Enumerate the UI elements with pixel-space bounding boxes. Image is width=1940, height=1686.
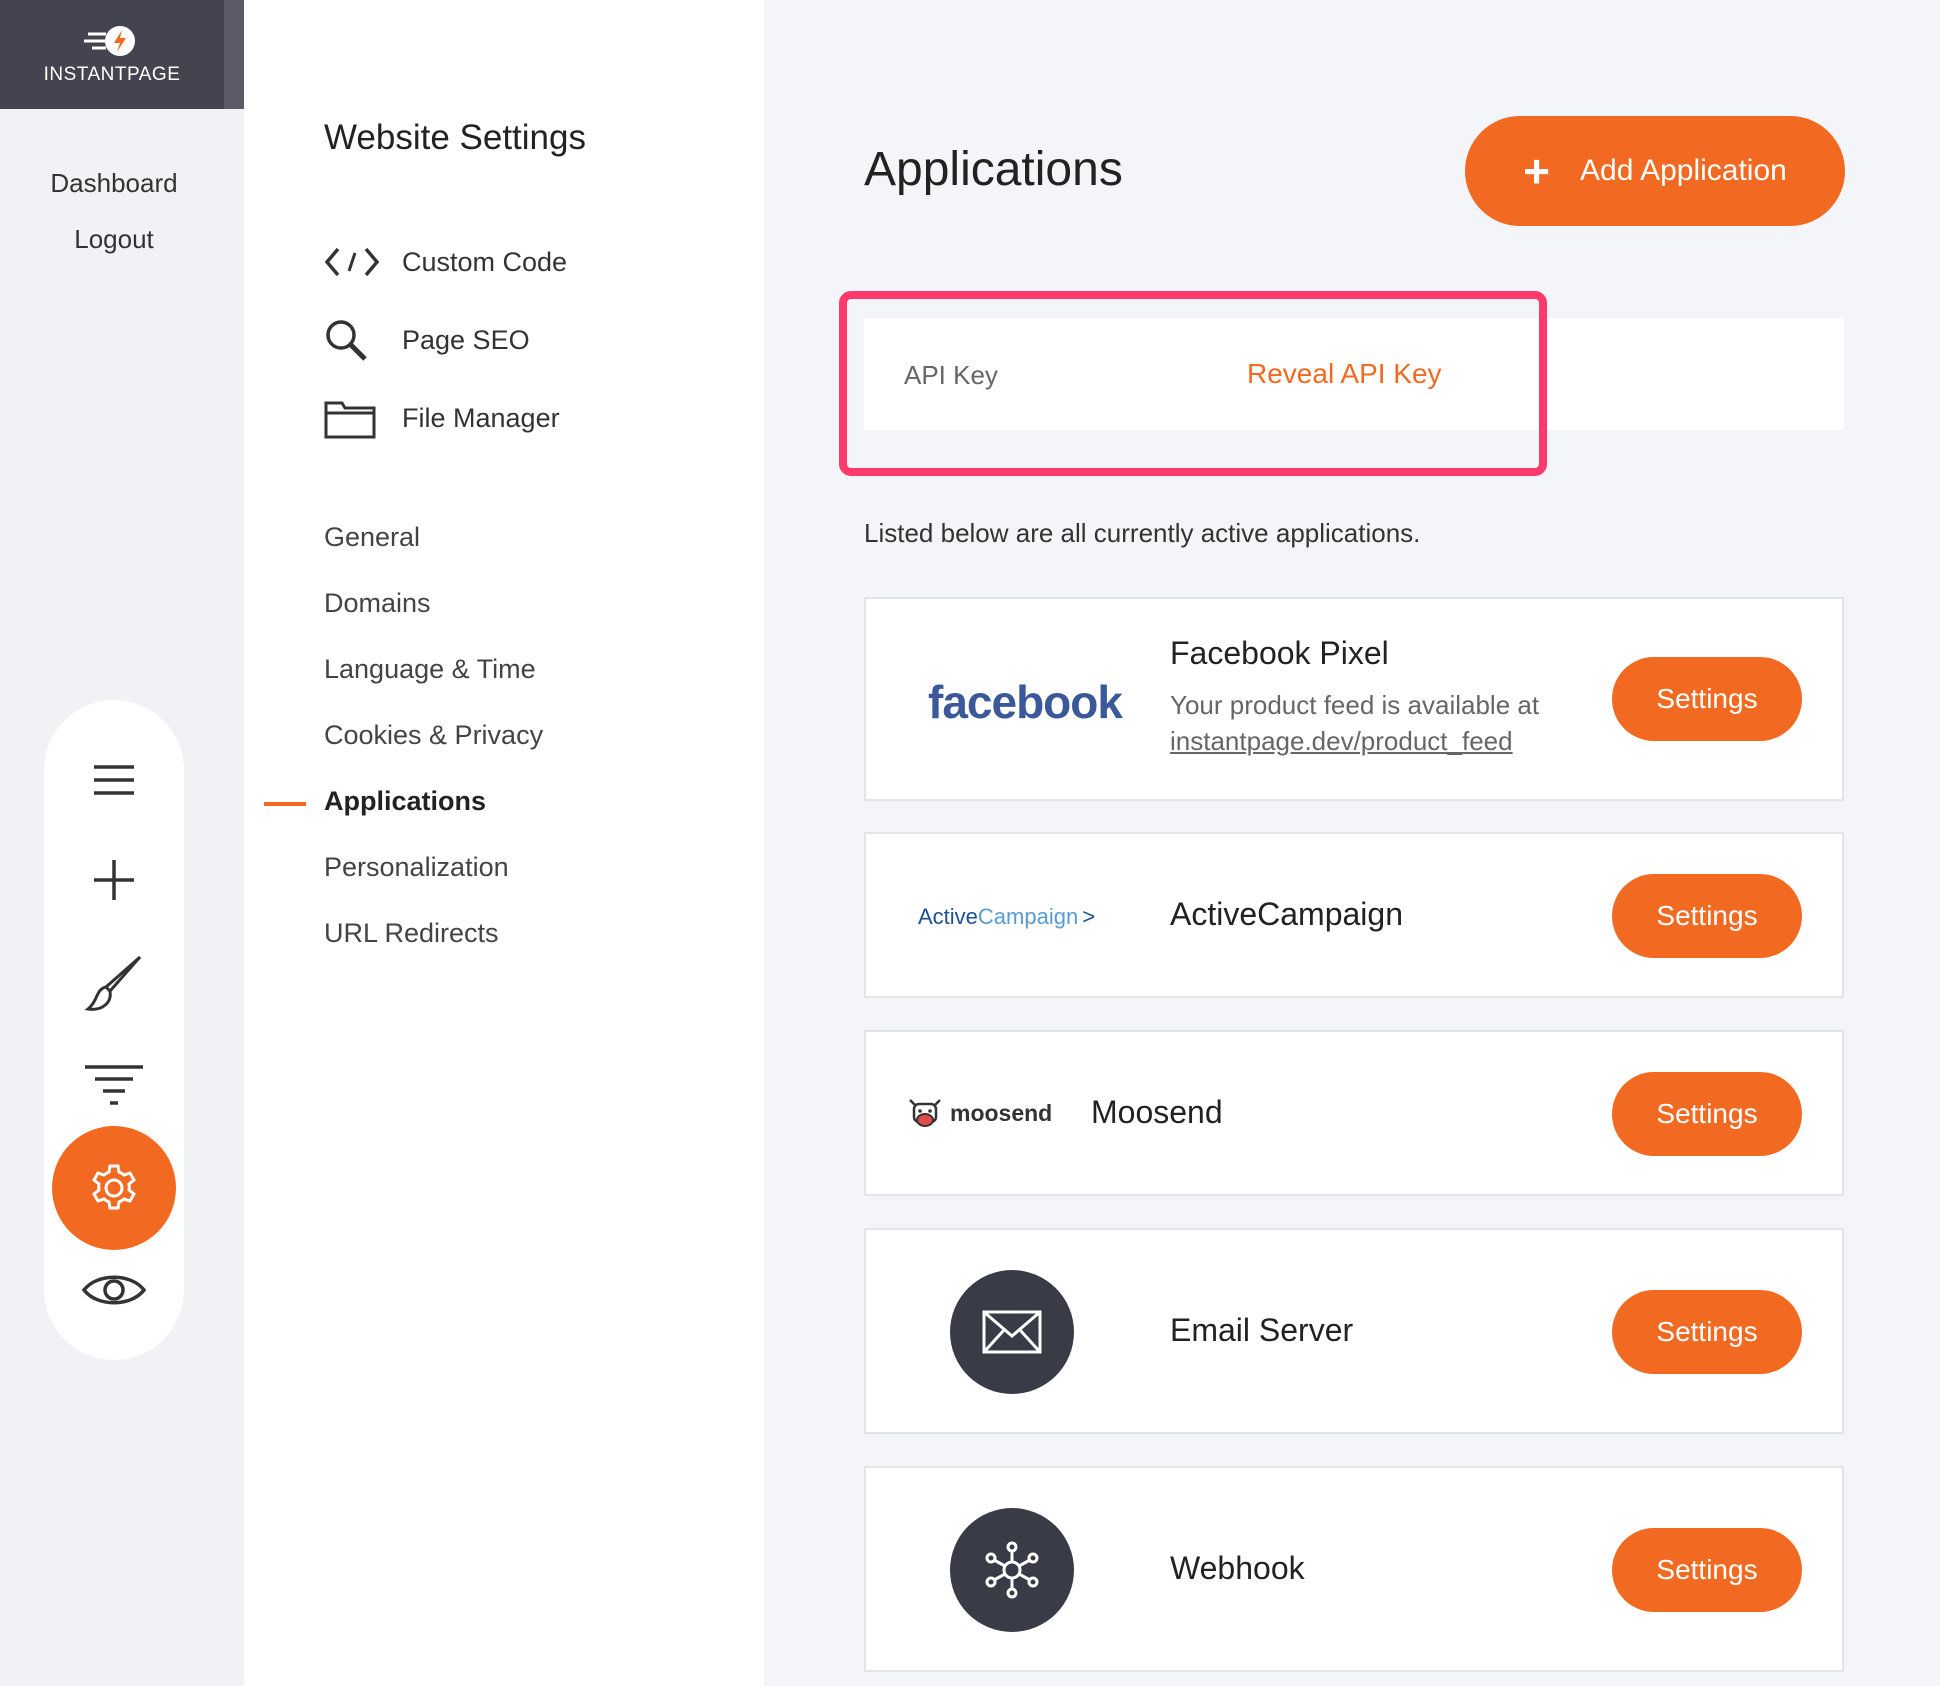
custom-code-link[interactable]: Custom Code: [324, 240, 567, 284]
nav-language-time[interactable]: Language & Time: [324, 654, 536, 685]
feed-description: Your product feed is available at: [1170, 690, 1540, 720]
settings-sidebar: Website Settings Custom Code Page SEO Fi…: [244, 0, 764, 1686]
plus-icon[interactable]: [84, 850, 144, 910]
nav-personalization[interactable]: Personalization: [324, 852, 509, 883]
dashboard-link[interactable]: Dashboard: [0, 168, 228, 199]
facebook-logo: facebook: [928, 676, 1123, 728]
activecampaign-settings-button[interactable]: Settings: [1612, 874, 1802, 958]
webhook-settings-button[interactable]: Settings: [1612, 1528, 1802, 1612]
add-application-button[interactable]: + Add Application: [1465, 116, 1845, 226]
app-card-activecampaign: ActiveCampaign > ActiveCampaign Settings: [864, 832, 1844, 998]
highlight-box: [839, 291, 1547, 476]
search-icon: [324, 318, 380, 362]
app-name: Facebook Pixel: [1170, 635, 1389, 671]
chevron-right-icon: >: [1082, 904, 1096, 929]
file-manager-link[interactable]: File Manager: [324, 396, 560, 440]
nav-url-redirects[interactable]: URL Redirects: [324, 918, 499, 949]
applications-intro: Listed below are all currently active ap…: [864, 518, 1421, 548]
webhook-icon: [950, 1508, 1074, 1632]
logo-part-active: Active: [918, 904, 978, 929]
plus-icon: +: [1523, 145, 1551, 197]
brush-icon[interactable]: [79, 950, 149, 1020]
moosend-wordmark: moosend: [950, 1099, 1053, 1126]
page-seo-link[interactable]: Page SEO: [324, 318, 530, 362]
page-seo-label: Page SEO: [402, 324, 530, 355]
envelope-icon: [950, 1270, 1074, 1394]
nav-applications[interactable]: Applications: [324, 786, 486, 817]
app-card-email-server: Email Server Settings: [864, 1228, 1844, 1434]
nav-cookies-privacy[interactable]: Cookies & Privacy: [324, 720, 543, 751]
folder-icon: [324, 396, 380, 440]
bolt-logo-icon: [84, 24, 140, 58]
menu-icon[interactable]: [84, 750, 144, 810]
page-title: Applications: [864, 143, 1123, 196]
eye-icon[interactable]: [79, 1265, 149, 1315]
app-name: Moosend: [1091, 1094, 1223, 1130]
product-feed-link[interactable]: instantpage.dev/product_feed: [1170, 726, 1513, 756]
nav-domains[interactable]: Domains: [324, 588, 431, 619]
app-name: ActiveCampaign: [1170, 896, 1403, 932]
gear-icon[interactable]: [52, 1126, 176, 1250]
app-description: Your product feed is available at instan…: [1170, 687, 1539, 759]
email-server-settings-button[interactable]: Settings: [1612, 1290, 1802, 1374]
app-card-webhook: Webhook Settings: [864, 1466, 1844, 1672]
logout-link[interactable]: Logout: [0, 224, 228, 255]
app-name: Email Server: [1170, 1312, 1354, 1348]
left-rail: INSTANTPAGE Dashboard Logout: [0, 0, 244, 1686]
activecampaign-logo: ActiveCampaign >: [918, 904, 1095, 930]
brand-name: INSTANTPAGE: [43, 63, 181, 85]
app-name: Webhook: [1170, 1550, 1305, 1586]
logo-part-campaign: Campaign: [977, 904, 1079, 929]
brand-logo[interactable]: INSTANTPAGE: [0, 0, 224, 109]
app-card-facebook-pixel: facebook Facebook Pixel Your product fee…: [864, 597, 1844, 801]
logo-divider: [224, 0, 244, 109]
app-card-moosend: moosend Moosend Settings: [864, 1030, 1844, 1196]
custom-code-label: Custom Code: [402, 246, 568, 277]
file-manager-label: File Manager: [402, 402, 560, 433]
moosend-settings-button[interactable]: Settings: [1612, 1072, 1802, 1156]
nav-general[interactable]: General: [324, 522, 420, 553]
add-application-label: Add Application: [1580, 154, 1787, 187]
facebook-settings-button[interactable]: Settings: [1612, 657, 1802, 741]
moose-icon: [909, 1099, 941, 1127]
code-icon: [324, 240, 380, 284]
tool-palette: [44, 700, 184, 1360]
settings-title: Website Settings: [324, 118, 586, 157]
filter-icon[interactable]: [82, 1060, 146, 1110]
moosend-logo: moosend: [906, 1094, 1052, 1132]
active-nav-indicator: [264, 802, 306, 806]
